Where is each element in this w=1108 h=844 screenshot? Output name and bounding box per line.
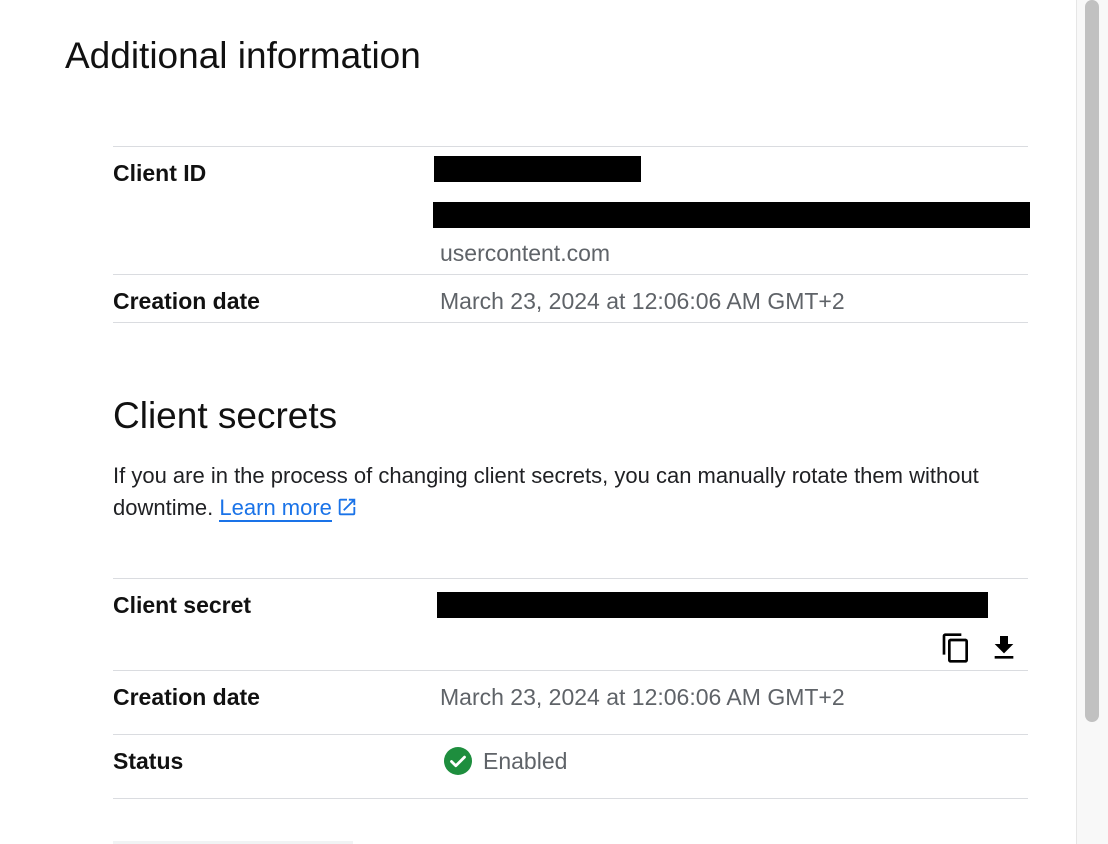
secret-creation-date-label: Creation date — [113, 684, 260, 710]
divider — [113, 146, 1028, 147]
client-secret-label: Client secret — [113, 592, 252, 618]
client-secrets-description: If you are in the process of changing cl… — [113, 460, 1013, 527]
learn-more-link[interactable]: Learn more — [219, 495, 332, 522]
copy-icon[interactable] — [940, 632, 972, 664]
divider — [113, 798, 1028, 799]
download-icon[interactable] — [988, 632, 1020, 664]
divider — [113, 670, 1028, 671]
scrollbar[interactable] — [1076, 0, 1108, 844]
creation-date-value: March 23, 2024 at 12:06:06 AM GMT+2 — [440, 288, 845, 314]
divider — [113, 274, 1028, 275]
external-link-icon[interactable] — [336, 495, 358, 527]
redacted-client-id-part — [434, 156, 641, 182]
client-id-suffix: usercontent.com — [440, 240, 611, 266]
check-circle-icon — [443, 746, 473, 781]
creation-date-label: Creation date — [113, 288, 260, 314]
divider — [113, 322, 1028, 323]
client-id-label: Client ID — [113, 160, 207, 186]
redacted-client-secret — [437, 592, 988, 618]
status-label: Status — [113, 748, 184, 774]
divider — [113, 578, 1028, 579]
redacted-client-id-part — [433, 202, 1030, 228]
learn-more-label: Learn more — [219, 495, 332, 520]
client-secrets-title: Client secrets — [113, 395, 338, 436]
status-value: Enabled — [483, 748, 568, 774]
scrollbar-thumb[interactable] — [1085, 0, 1099, 722]
page-title: Additional information — [65, 35, 421, 76]
divider — [113, 734, 1028, 735]
secret-creation-date-value: March 23, 2024 at 12:06:06 AM GMT+2 — [440, 684, 845, 710]
